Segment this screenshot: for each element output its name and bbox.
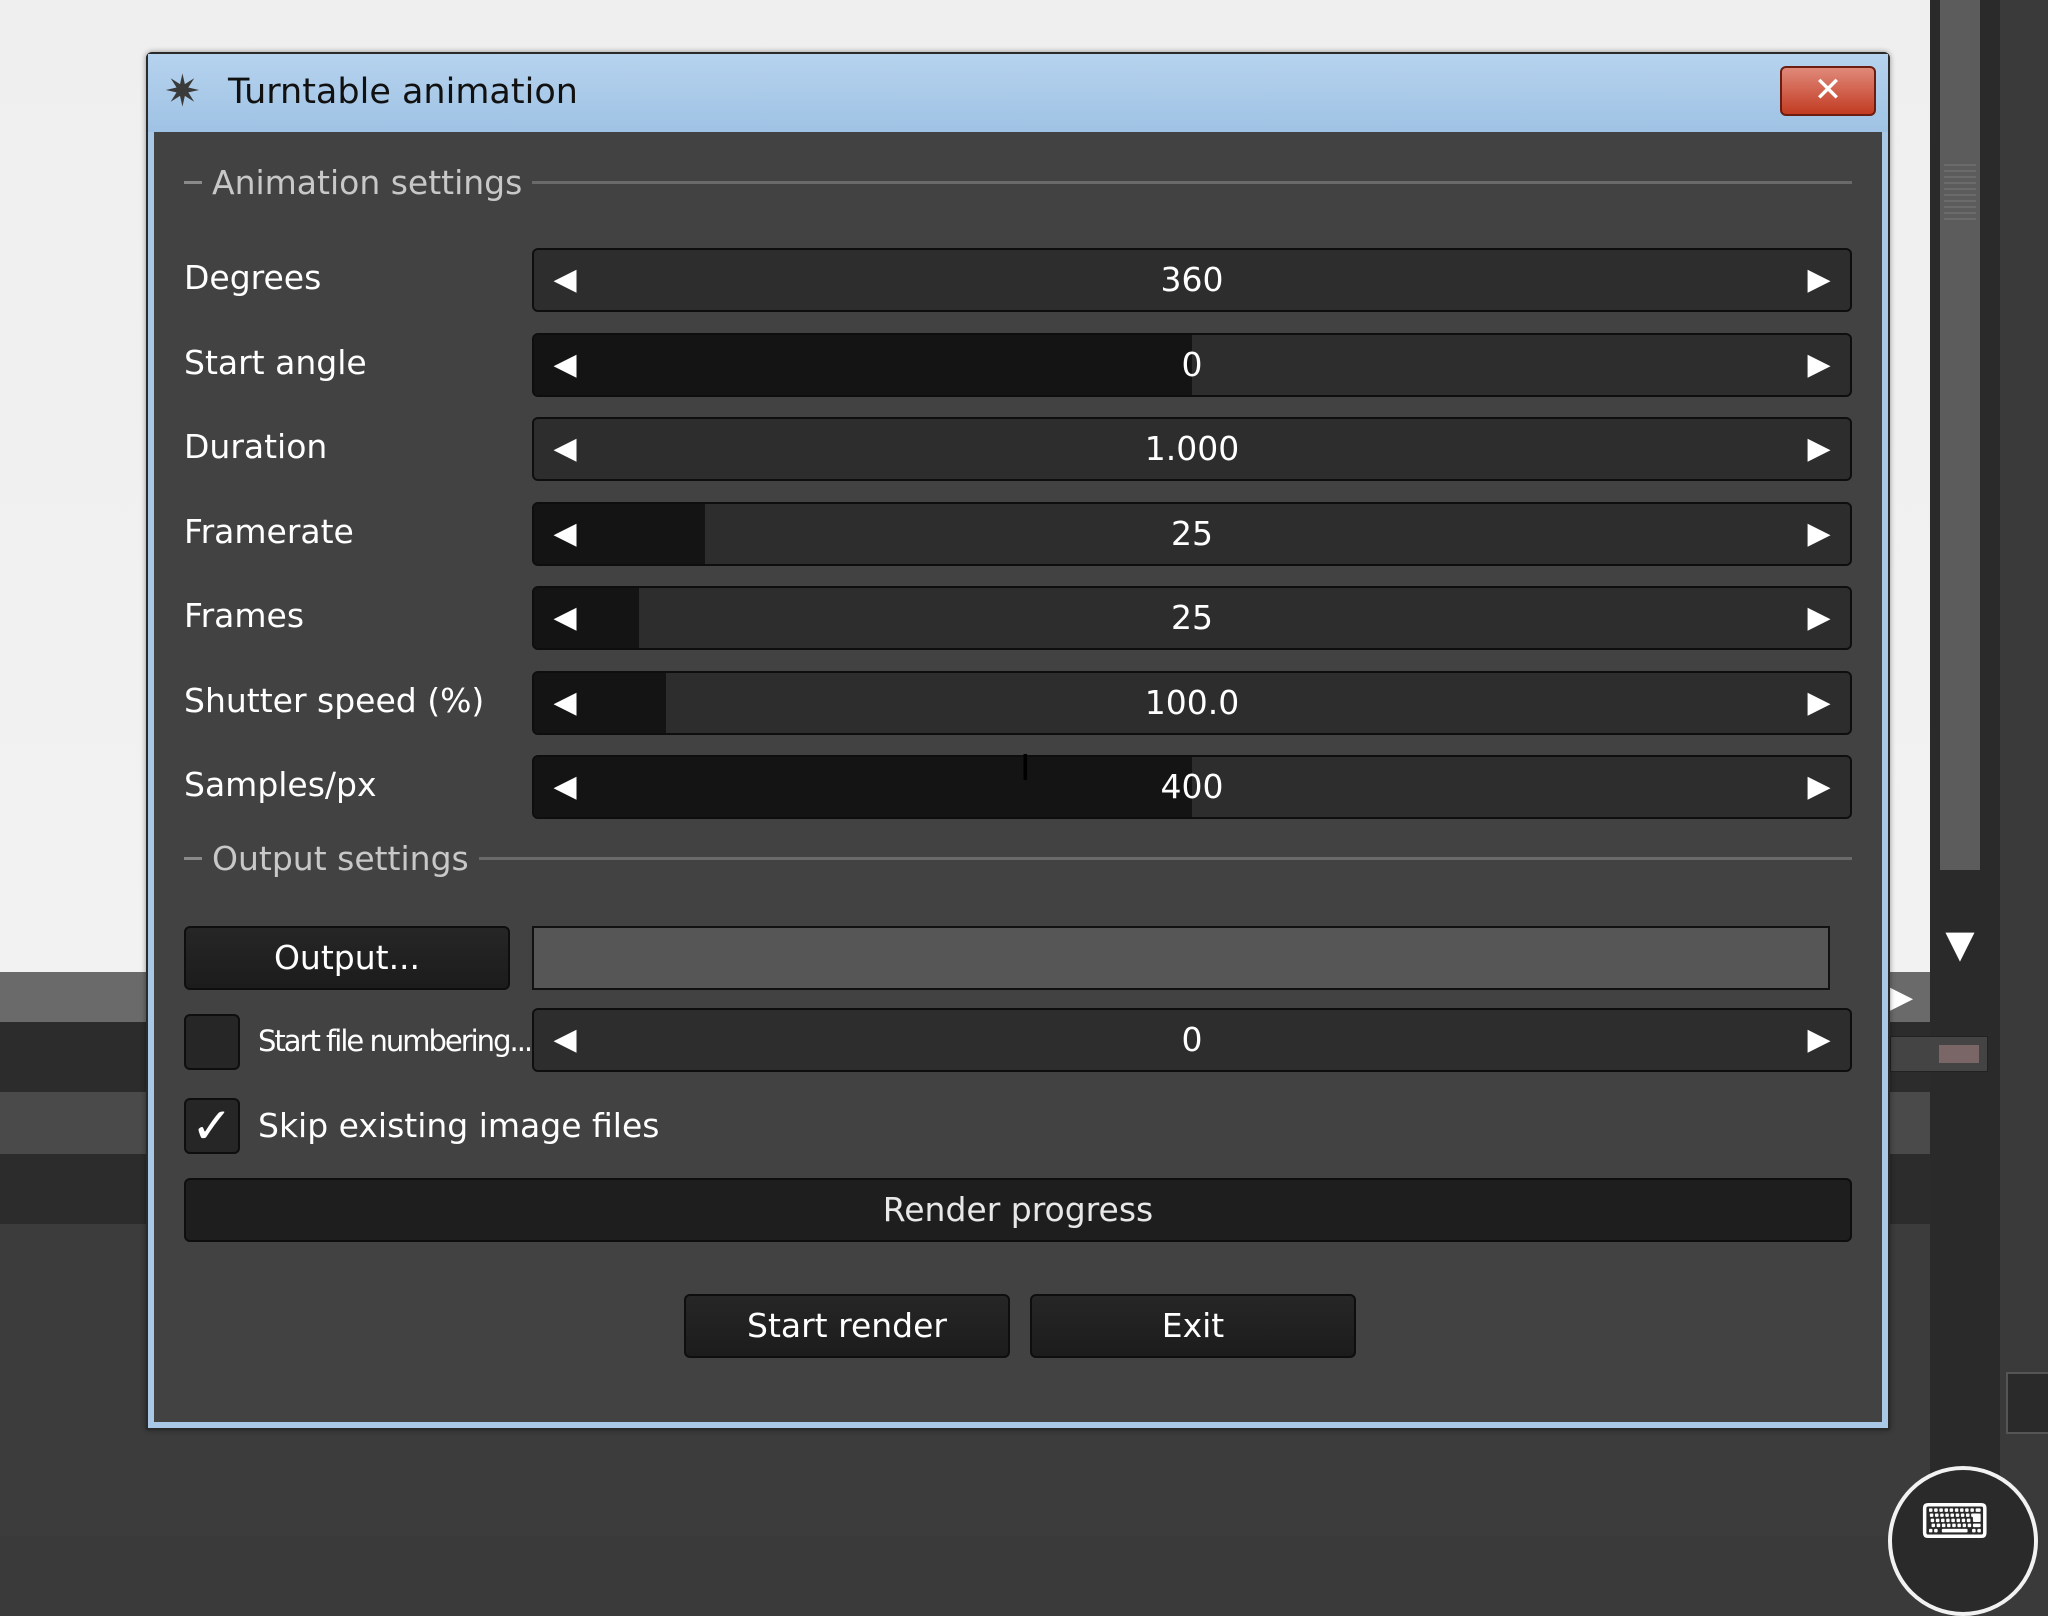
setting-label: Samples/px <box>184 765 377 804</box>
background-scrollbar-grip[interactable] <box>1944 160 1976 220</box>
background-scrollbar[interactable] <box>1940 0 1980 870</box>
setting-label: Framerate <box>184 512 354 551</box>
setting-spinbox[interactable]: ◀ 0 ▶ <box>532 333 1852 397</box>
background-edge-widget <box>2006 1372 2048 1434</box>
spinbox-value: 1.000 <box>1144 429 1240 468</box>
setting-row-shutter-speed: Shutter speed (%) ◀ 100.0 ▶ <box>184 671 1852 735</box>
setting-label: Frames <box>184 596 305 635</box>
arrow-right-icon[interactable]: ▶ <box>1794 757 1844 817</box>
setting-label: Degrees <box>184 258 322 297</box>
setting-row-framerate: Framerate ◀ 25 ▶ <box>184 502 1852 566</box>
animation-settings-header[interactable]: Animation settings <box>184 162 1852 202</box>
section-divider <box>532 180 1852 184</box>
dialog-title: Turntable animation <box>228 72 578 112</box>
spinbox-value: 360 <box>1160 260 1224 299</box>
spinbox-value: 100.0 <box>1144 683 1240 722</box>
arrow-right-icon[interactable]: ▶ <box>1794 335 1844 395</box>
section-divider <box>478 856 1852 860</box>
exit-button[interactable]: Exit <box>1030 1294 1356 1358</box>
arrow-right-icon[interactable]: ▶ <box>1794 673 1844 733</box>
on-screen-keyboard-button[interactable]: ⌨ <box>1888 1466 2038 1616</box>
close-button[interactable]: ✕ <box>1780 66 1876 116</box>
arrow-right-icon[interactable]: ▶ <box>1794 1010 1844 1070</box>
scroll-down-arrow-icon[interactable]: ▼ <box>1938 924 1982 964</box>
checkmark-icon: ✓ <box>191 1097 233 1155</box>
output-settings-label: Output settings <box>212 838 469 878</box>
title-bar[interactable]: ✷ Turntable animation ✕ <box>148 54 1888 132</box>
background-slider[interactable] <box>1890 1036 1988 1072</box>
setting-spinbox[interactable]: ◀ 1.000 ▶ <box>532 417 1852 481</box>
skip-existing-checkbox[interactable]: ✓ <box>184 1098 240 1154</box>
turntable-app-icon: ✷ <box>164 66 201 117</box>
arrow-right-icon[interactable]: ▶ <box>1794 250 1844 310</box>
text-cursor-icon: I <box>1020 748 1031 789</box>
render-progress-bar: Render progress <box>184 1178 1852 1242</box>
start-numbering-checkbox[interactable] <box>184 1014 240 1070</box>
background-slider-thumb[interactable] <box>1939 1045 1979 1063</box>
setting-label: Start angle <box>184 343 367 382</box>
spinbox-value: 400 <box>1160 767 1224 806</box>
output-button[interactable]: Output... <box>184 926 510 990</box>
spinbox-value: 0 <box>1181 345 1203 384</box>
collapse-dash-icon <box>184 180 202 184</box>
setting-row-duration: Duration ◀ 1.000 ▶ <box>184 417 1852 481</box>
start-render-button[interactable]: Start render <box>684 1294 1010 1358</box>
setting-row-degrees: Degrees ◀ 360 ▶ <box>184 248 1852 312</box>
start-numbering-spinbox[interactable]: ◀ 0 ▶ <box>532 1008 1852 1072</box>
animation-settings-label: Animation settings <box>212 162 523 202</box>
setting-row-start-angle: Start angle ◀ 0 ▶ <box>184 333 1852 397</box>
setting-spinbox[interactable]: ◀ 400 ▶ <box>532 755 1852 819</box>
skip-existing-label: Skip existing image files <box>258 1106 660 1145</box>
setting-label: Duration <box>184 427 328 466</box>
output-settings-header[interactable]: Output settings <box>184 838 1852 878</box>
output-path-field[interactable] <box>532 926 1830 990</box>
collapse-dash-icon <box>184 856 202 860</box>
keyboard-icon: ⌨ <box>1920 1494 1990 1550</box>
setting-row-samples-px: Samples/px ◀ 400 ▶ <box>184 755 1852 819</box>
spinbox-value: 0 <box>1181 1020 1203 1059</box>
arrow-right-icon[interactable]: ▶ <box>1794 588 1844 648</box>
setting-label: Shutter speed (%) <box>184 681 485 720</box>
dialog-body: Animation settings Degrees ◀ 360 ▶ Start ang… <box>154 132 1882 1422</box>
setting-spinbox[interactable]: ◀ 100.0 ▶ <box>532 671 1852 735</box>
spinbox-value: 25 <box>1171 514 1213 553</box>
spinbox-value: 25 <box>1171 598 1213 637</box>
setting-spinbox[interactable]: ◀ 25 ▶ <box>532 586 1852 650</box>
arrow-right-icon[interactable]: ▶ <box>1794 504 1844 564</box>
setting-spinbox[interactable]: ◀ 25 ▶ <box>532 502 1852 566</box>
arrow-right-icon[interactable]: ▶ <box>1794 419 1844 479</box>
start-numbering-label: Start file numbering... <box>258 1024 533 1058</box>
turntable-dialog: ✷ Turntable animation ✕ Animation settin… <box>146 52 1890 1430</box>
setting-spinbox[interactable]: ◀ 360 ▶ <box>532 248 1852 312</box>
setting-row-frames: Frames ◀ 25 ▶ <box>184 586 1852 650</box>
play-icon[interactable]: ▶ <box>1890 980 1913 1015</box>
